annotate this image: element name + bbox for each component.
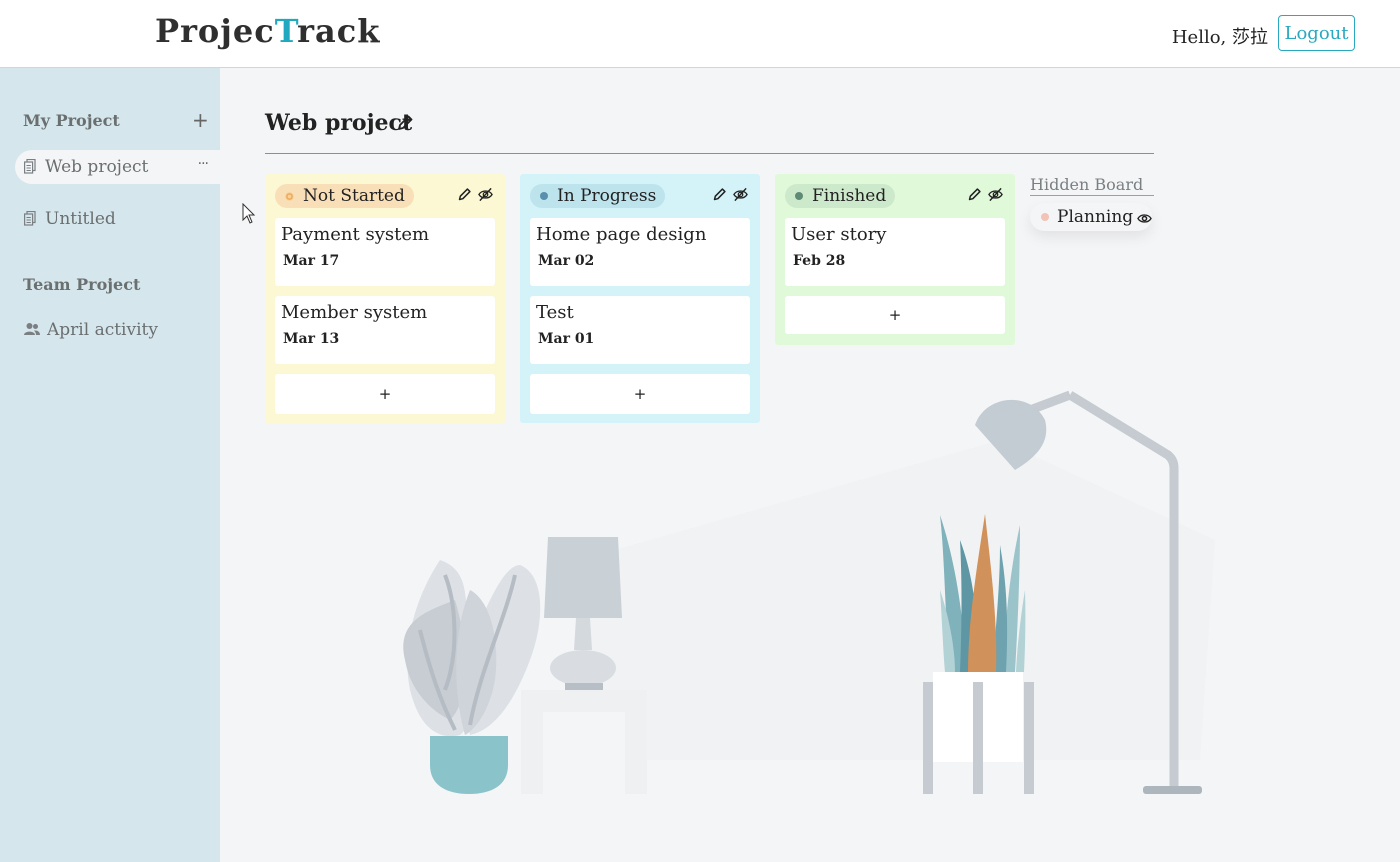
project-title: Web project (265, 110, 413, 136)
sidebar-item-april-activity[interactable]: April activity (15, 313, 220, 347)
card-title: Member system (281, 302, 428, 323)
mouse-cursor-icon (242, 203, 256, 224)
sidebar-item-label: April activity (47, 320, 158, 340)
eye-slash-icon[interactable] (478, 187, 493, 202)
hidden-board-item-planning[interactable]: Planning (1030, 203, 1152, 231)
task-card[interactable]: Test Mar 01 (530, 296, 750, 364)
team-project-heading: Team Project (23, 275, 141, 294)
logo-text-accent: T (274, 12, 298, 50)
logout-button[interactable]: Logout (1278, 15, 1355, 51)
board-title: In Progress (557, 186, 657, 206)
status-pill: In Progress (530, 184, 666, 208)
card-date: Mar 02 (538, 253, 595, 269)
card-date: Mar 17 (283, 253, 340, 269)
title-divider (265, 153, 1154, 154)
app-logo[interactable]: ProjecTrack (155, 12, 380, 50)
eye-slash-icon[interactable] (988, 187, 1003, 202)
card-title: Payment system (281, 224, 430, 245)
card-title: User story (791, 224, 887, 245)
task-card[interactable]: Member system Mar 13 (275, 296, 495, 364)
pencil-icon[interactable] (967, 187, 982, 202)
sidebar-item-label: Web project (45, 157, 149, 177)
sidebar-item-web-project[interactable]: Web project ··· (15, 150, 220, 184)
status-pill: Not Started (275, 184, 414, 208)
add-project-button[interactable]: + (192, 108, 209, 132)
card-title: Home page design (536, 224, 707, 245)
card-date: Feb 28 (793, 253, 846, 269)
board-finished: Finished User story Feb 28 + (775, 174, 1015, 345)
my-project-heading: My Project (23, 111, 120, 130)
pencil-icon[interactable] (712, 187, 727, 202)
card-date: Mar 13 (283, 331, 340, 347)
pencil-icon[interactable] (396, 114, 414, 132)
hidden-board-heading: Hidden Board (1030, 175, 1154, 196)
status-dot (795, 192, 803, 200)
eye-icon[interactable] (1137, 210, 1152, 225)
task-card[interactable]: User story Feb 28 (785, 218, 1005, 286)
card-date: Mar 01 (538, 331, 595, 347)
sidebar-item-untitled[interactable]: Untitled (15, 202, 220, 236)
document-icon (24, 211, 38, 227)
user-greeting: Hello, 莎拉 (1171, 27, 1268, 48)
room-illustration (403, 390, 1215, 794)
pencil-icon[interactable] (457, 187, 472, 202)
sidebar-item-label: Untitled (45, 209, 116, 229)
add-card-button[interactable]: + (785, 296, 1005, 334)
board-title: Not Started (303, 186, 405, 206)
logo-text-start: Projec (155, 12, 275, 50)
logo-text-end: rack (297, 12, 381, 50)
board-title: Finished (812, 186, 887, 206)
eye-slash-icon[interactable] (733, 187, 748, 202)
hidden-board-label: Planning (1057, 207, 1134, 227)
users-icon (24, 322, 40, 338)
card-title: Test (536, 302, 574, 323)
document-icon (24, 159, 38, 175)
task-card[interactable]: Payment system Mar 17 (275, 218, 495, 286)
status-dot (285, 191, 294, 201)
app-header: ProjecTrack Hello, 莎拉 Logout (0, 0, 1400, 68)
sidebar: My Project + Web project ··· Untitled Te… (0, 68, 220, 862)
status-dot (540, 192, 548, 200)
status-dot (1041, 213, 1049, 221)
task-card[interactable]: Home page design Mar 02 (530, 218, 750, 286)
more-options-button[interactable]: ··· (198, 156, 209, 172)
status-pill: Finished (785, 184, 896, 208)
plant-illustration (403, 560, 541, 794)
